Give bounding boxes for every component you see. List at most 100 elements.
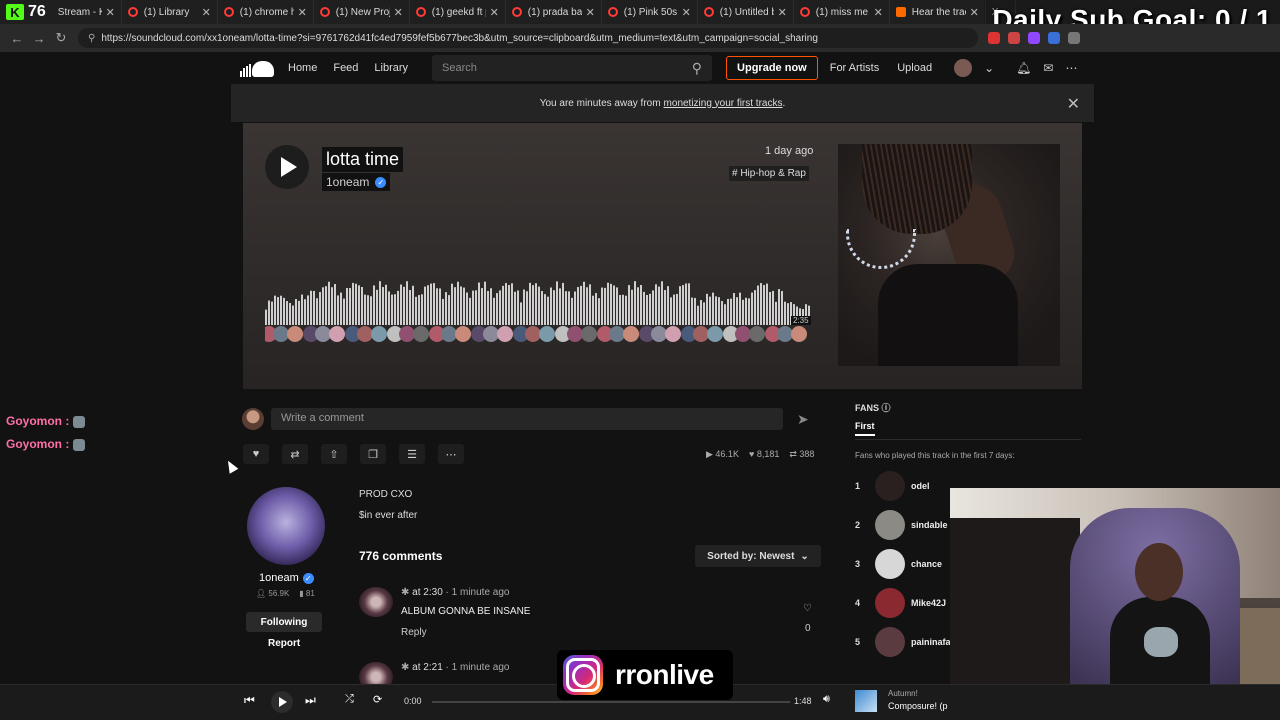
avatar[interactable] <box>875 549 905 579</box>
close-icon[interactable]: ✕ <box>1067 94 1080 114</box>
close-icon[interactable]: ✕ <box>874 6 883 19</box>
following-button[interactable]: Following <box>246 612 322 632</box>
user-avatar[interactable] <box>954 59 973 77</box>
shuffle-icon[interactable]: ⤮ <box>345 693 354 706</box>
nav-home[interactable]: Home <box>288 62 317 74</box>
comment-avatar[interactable] <box>581 326 597 342</box>
uploader-avatar[interactable] <box>247 487 325 565</box>
copy-link-button[interactable]: ❐ <box>360 444 386 464</box>
info-icon[interactable]: ⓘ <box>882 403 891 413</box>
now-playing-art[interactable] <box>855 690 877 712</box>
avatar[interactable] <box>875 510 905 540</box>
uploader-name[interactable]: 1oneam ✓ <box>259 572 314 584</box>
close-icon[interactable]: ✕ <box>106 6 115 19</box>
avatar[interactable] <box>875 627 905 657</box>
comment-avatar[interactable] <box>609 326 625 342</box>
comment-avatar[interactable] <box>371 326 387 342</box>
browser-tab[interactable]: (1) New Proje✕ <box>314 0 410 24</box>
fan-name[interactable]: sindable <box>911 520 948 530</box>
browser-tab[interactable]: (1) prada bag✕ <box>506 0 602 24</box>
comment-timestamp[interactable]: at 2:30 <box>412 587 443 598</box>
browser-tab[interactable]: (1) miss me b✕ <box>794 0 890 24</box>
comment-avatar[interactable] <box>315 326 331 342</box>
comment-avatar[interactable] <box>749 326 765 342</box>
comment-avatar[interactable] <box>567 326 583 342</box>
close-icon[interactable]: ✕ <box>490 6 499 19</box>
browser-tab[interactable]: Stream - Kick✕ <box>52 0 122 24</box>
fan-name[interactable]: odel <box>911 481 930 491</box>
browser-tab[interactable]: (1) geekd ft p ✕ <box>410 0 506 24</box>
reply-button[interactable]: Reply <box>401 627 427 638</box>
share-button[interactable]: ⇧ <box>321 444 347 464</box>
search-icon[interactable]: ⚲ <box>692 60 702 77</box>
extension-icon[interactable] <box>1008 32 1020 44</box>
browser-tab[interactable]: (1) chrome he✕ <box>218 0 314 24</box>
comment-avatar[interactable] <box>483 326 499 342</box>
comment-avatar[interactable] <box>441 326 457 342</box>
comment-avatar[interactable] <box>665 326 681 342</box>
search-input[interactable]: Search ⚲ <box>432 55 713 81</box>
close-icon[interactable]: ✕ <box>682 6 691 19</box>
waveform[interactable] <box>265 275 811 325</box>
site-info-icon[interactable]: ⚲ <box>88 33 95 44</box>
chevron-down-icon[interactable]: ⌄ <box>984 61 994 75</box>
comment-avatar[interactable] <box>287 326 303 342</box>
back-icon[interactable]: ← <box>6 31 28 46</box>
comment-timestamp[interactable]: at 2:21 <box>412 662 443 673</box>
comment-avatar[interactable] <box>329 326 345 342</box>
report-link[interactable]: Report <box>268 638 300 649</box>
comment-avatar[interactable] <box>357 326 373 342</box>
comment-avatar[interactable] <box>735 326 751 342</box>
like-button[interactable]: ♥ <box>243 444 269 464</box>
extension-icon[interactable] <box>988 32 1000 44</box>
comment-input[interactable]: Write a comment <box>271 408 783 430</box>
upload-link[interactable]: Upload <box>897 62 932 74</box>
extension-icon[interactable] <box>1068 32 1080 44</box>
for-artists-link[interactable]: For Artists <box>830 62 880 74</box>
next-icon[interactable]: ⏭ <box>305 693 316 708</box>
browser-tab[interactable]: Hear the track✕ <box>890 0 986 24</box>
comment-avatar[interactable] <box>497 326 513 342</box>
upgrade-button[interactable]: Upgrade now <box>726 56 818 80</box>
mail-icon[interactable]: ✉ <box>1043 61 1053 75</box>
play-button[interactable] <box>271 691 293 713</box>
now-playing-title[interactable]: Composure! (p <box>888 701 948 711</box>
avatar[interactable] <box>875 471 905 501</box>
fan-name[interactable]: paininafa <box>911 637 951 647</box>
add-to-playlist-button[interactable]: ☰ <box>399 444 425 464</box>
play-button[interactable] <box>265 145 309 189</box>
heart-icon[interactable]: ♡ <box>803 603 812 614</box>
comment-avatar[interactable] <box>525 326 541 342</box>
comment-avatar[interactable] <box>777 326 793 342</box>
more-button[interactable]: ⋯ <box>438 444 464 464</box>
extension-icon[interactable] <box>1028 32 1040 44</box>
repost-button[interactable]: ⇄ <box>282 444 308 464</box>
sort-dropdown[interactable]: Sorted by: Newest ⌄ <box>695 545 821 567</box>
track-artist[interactable]: 1oneam ✓ <box>322 173 391 191</box>
tab-first[interactable]: First <box>855 421 875 436</box>
monetize-link[interactable]: monetizing your first tracks <box>664 98 783 109</box>
url-field[interactable]: ⚲ https://soundcloud.com/xx1oneam/lotta-… <box>78 28 978 48</box>
comment-avatar[interactable] <box>273 326 289 342</box>
fan-name[interactable]: chance <box>911 559 942 569</box>
comment-avatar[interactable] <box>623 326 639 342</box>
comment-avatar[interactable] <box>413 326 429 342</box>
nav-feed[interactable]: Feed <box>333 62 358 74</box>
send-icon[interactable]: ➤ <box>797 411 809 428</box>
bell-icon[interactable]: 🔔︎ <box>1016 61 1031 75</box>
close-icon[interactable]: ✕ <box>586 6 595 19</box>
browser-tab[interactable]: (1) Pink 50s b✕ <box>602 0 698 24</box>
avatar[interactable] <box>359 587 393 617</box>
extension-icon[interactable] <box>1048 32 1060 44</box>
genre-tag[interactable]: # Hip-hop & Rap <box>729 166 809 181</box>
comment-avatar[interactable] <box>399 326 415 342</box>
comment-avatar[interactable] <box>791 326 807 342</box>
comment-avatar[interactable] <box>707 326 723 342</box>
previous-icon[interactable]: ⏮ <box>244 693 255 708</box>
browser-tab[interactable]: (1) Library ✕ <box>122 0 218 24</box>
more-icon[interactable]: ⋯ <box>1065 61 1077 75</box>
nav-library[interactable]: Library <box>374 62 408 74</box>
close-icon[interactable]: ✕ <box>394 6 403 19</box>
volume-icon[interactable]: 🔊︎ <box>823 693 830 706</box>
close-icon[interactable]: ✕ <box>202 6 211 19</box>
